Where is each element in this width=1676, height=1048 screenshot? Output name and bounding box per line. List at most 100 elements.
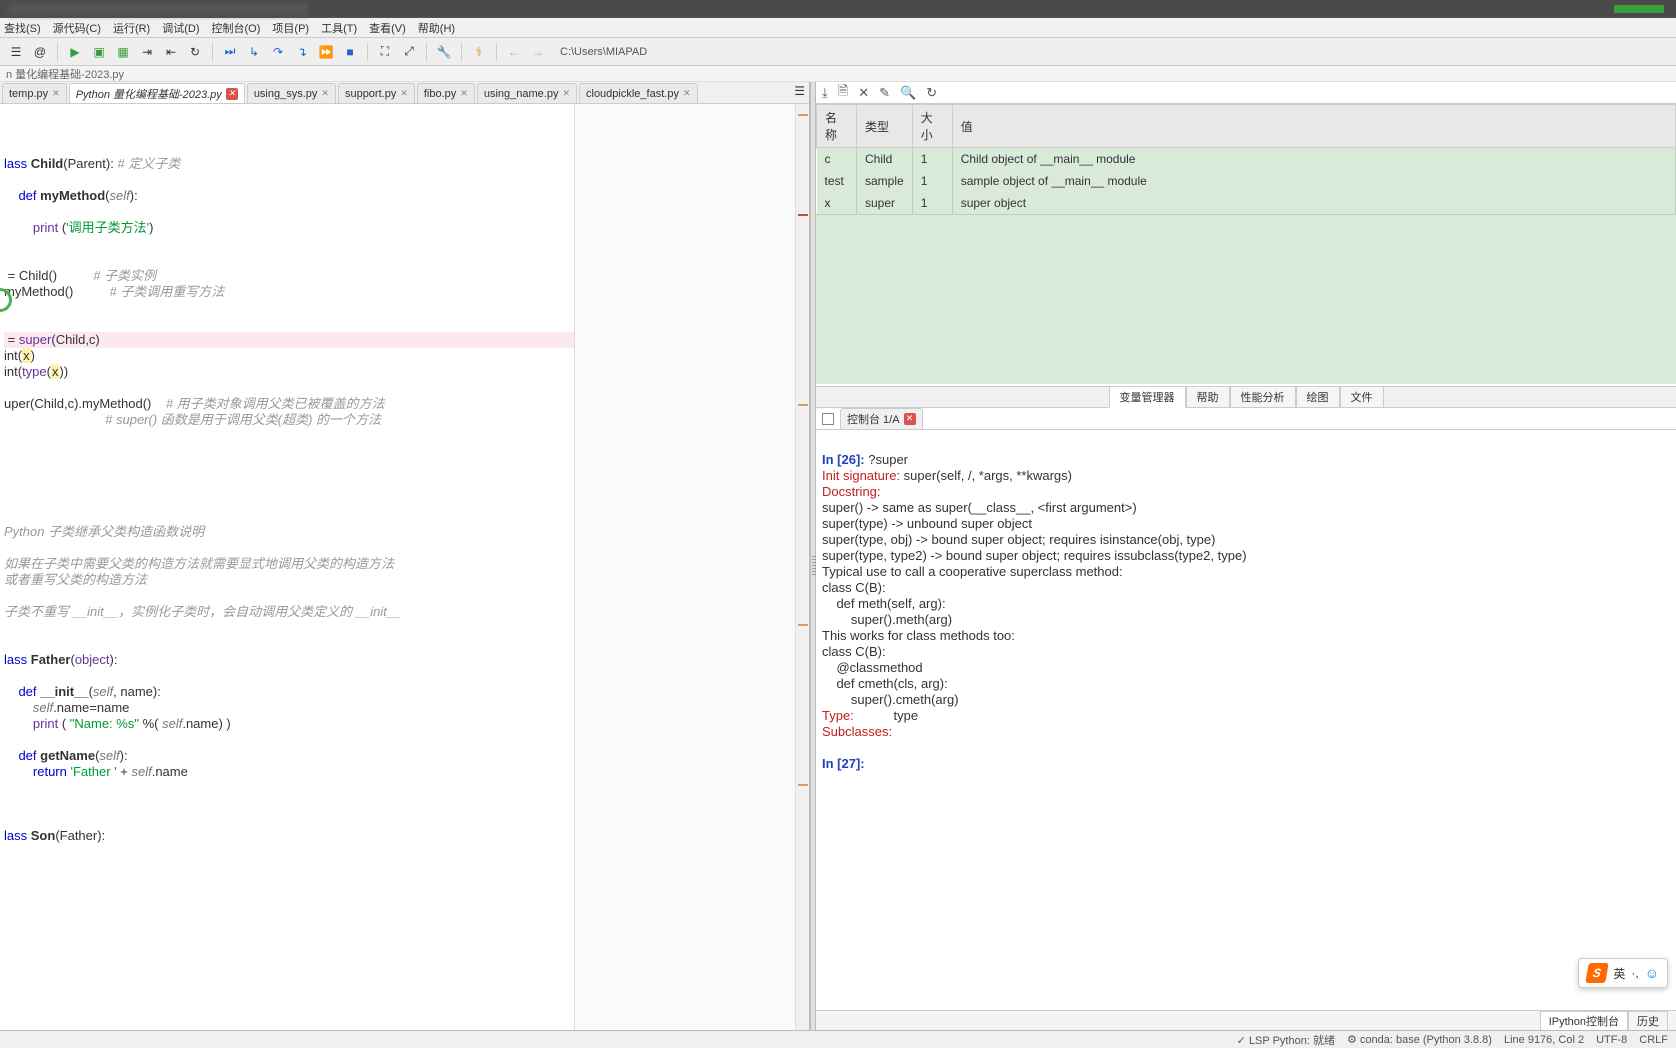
close-tab-icon[interactable]: ✕ bbox=[321, 88, 329, 99]
code-line[interactable]: self.name=name bbox=[4, 700, 574, 716]
close-console-icon[interactable]: ✕ bbox=[904, 413, 916, 425]
debug-out-icon[interactable]: ↴ bbox=[292, 42, 312, 62]
code-line[interactable]: lass Child(Parent): # 定义子类 bbox=[4, 156, 574, 172]
code-line[interactable] bbox=[4, 780, 574, 796]
run-cell-advance-icon[interactable]: ▦ bbox=[113, 42, 133, 62]
menu-item[interactable]: 工具(T) bbox=[321, 20, 357, 36]
back-icon[interactable]: ← bbox=[504, 42, 524, 62]
code-line[interactable]: return 'Father ' + self.name bbox=[4, 764, 574, 780]
menu-item[interactable]: 项目(P) bbox=[272, 20, 309, 36]
code-line[interactable] bbox=[4, 492, 574, 508]
editor-tab[interactable]: temp.py✕ bbox=[2, 83, 67, 103]
menu-item[interactable]: 查看(V) bbox=[369, 20, 406, 36]
close-tab-icon[interactable]: ✕ bbox=[562, 88, 570, 99]
code-line[interactable] bbox=[4, 668, 574, 684]
editor-tab[interactable]: cloudpickle_fast.py✕ bbox=[579, 83, 698, 103]
bottom-tab[interactable]: IPython控制台 bbox=[1540, 1011, 1628, 1031]
pane-tab[interactable]: 绘图 bbox=[1296, 387, 1340, 407]
console-tab[interactable]: 控制台 1/A ✕ bbox=[840, 408, 923, 430]
forward-icon[interactable]: → bbox=[528, 42, 548, 62]
at-icon[interactable]: @ bbox=[30, 42, 50, 62]
pane-tab[interactable]: 帮助 bbox=[1186, 387, 1230, 407]
var-header[interactable]: 名称 bbox=[817, 105, 857, 148]
close-tab-icon[interactable]: ✕ bbox=[683, 88, 691, 99]
code-line[interactable] bbox=[4, 252, 574, 268]
code-line[interactable]: = super(Child,c) bbox=[4, 332, 574, 348]
run-to-line-icon[interactable]: ⇤ bbox=[161, 42, 181, 62]
pane-tab[interactable]: 文件 bbox=[1340, 387, 1384, 407]
code-line[interactable] bbox=[4, 172, 574, 188]
save-vars-icon[interactable]: ⤓ bbox=[822, 85, 828, 101]
rerun-icon[interactable]: ↻ bbox=[185, 42, 205, 62]
vertical-splitter[interactable] bbox=[810, 82, 816, 1030]
ipython-console[interactable]: In [26]: ?superInit signature: super(sel… bbox=[816, 430, 1676, 1010]
pane-tab[interactable]: 性能分析 bbox=[1230, 387, 1296, 407]
debug-continue-icon[interactable]: ⏩ bbox=[316, 42, 336, 62]
code-line[interactable]: lass Father(object): bbox=[4, 652, 574, 668]
ime-indicator[interactable]: S 英 ·, ☺ bbox=[1578, 958, 1668, 988]
code-line[interactable]: def getName(self): bbox=[4, 748, 574, 764]
python-path-icon[interactable]: ⚕ bbox=[469, 42, 489, 62]
maximize-icon[interactable]: ⛶ bbox=[375, 42, 395, 62]
delete-icon[interactable]: ✕ bbox=[858, 85, 869, 101]
code-line[interactable]: # super() 函数是用于调用父类(超类) 的一个方法 bbox=[4, 412, 574, 428]
code-line[interactable] bbox=[4, 380, 574, 396]
fullscreen-icon[interactable]: ⤢ bbox=[399, 42, 419, 62]
code-line[interactable] bbox=[4, 460, 574, 476]
var-header[interactable]: 大小 bbox=[912, 105, 952, 148]
search-icon[interactable]: 🔍 bbox=[900, 85, 916, 101]
status-eol[interactable]: CRLF bbox=[1639, 1034, 1668, 1046]
ime-emoji-icon[interactable]: ☺ bbox=[1645, 965, 1659, 981]
tabs-menu-icon[interactable]: ☰ bbox=[794, 84, 805, 98]
code-line[interactable] bbox=[4, 620, 574, 636]
menu-item[interactable]: 调试(D) bbox=[162, 20, 199, 36]
status-lsp[interactable]: ✓ LSP Python: 就绪 bbox=[1237, 1032, 1335, 1048]
code-line[interactable]: uper(Child,c).myMethod() # 用子类对象调用父类已被覆盖… bbox=[4, 396, 574, 412]
var-row[interactable]: xsuper1super object bbox=[817, 192, 1676, 214]
variable-explorer[interactable]: 名称类型大小值cChild1Child object of __main__ m… bbox=[816, 104, 1676, 386]
code-line[interactable]: def __init__(self, name): bbox=[4, 684, 574, 700]
code-line[interactable] bbox=[4, 476, 574, 492]
refresh-icon[interactable]: ↻ bbox=[926, 85, 937, 101]
var-row[interactable]: testsample1sample object of __main__ mod… bbox=[817, 170, 1676, 192]
code-line[interactable]: lass Son(Father): bbox=[4, 828, 574, 844]
code-line[interactable] bbox=[4, 796, 574, 812]
scroll-minimap[interactable] bbox=[795, 104, 809, 1030]
menu-item[interactable]: 帮助(H) bbox=[418, 20, 455, 36]
code-line[interactable] bbox=[4, 508, 574, 524]
menu-item[interactable]: 控制台(O) bbox=[212, 20, 261, 36]
code-line[interactable]: 如果在子类中需要父类的构造方法就需要显式地调用父类的构造方法 bbox=[4, 556, 574, 572]
save-as-icon[interactable]: 🗎 bbox=[838, 82, 848, 104]
code-line[interactable]: int(type(x)) bbox=[4, 364, 574, 380]
close-tab-icon[interactable]: ✕ bbox=[52, 88, 60, 99]
run-icon[interactable]: ▶ bbox=[65, 42, 85, 62]
var-header[interactable]: 类型 bbox=[857, 105, 913, 148]
code-editor[interactable]: lass Child(Parent): # 定义子类 def myMethod(… bbox=[0, 104, 575, 1030]
status-conda[interactable]: ⚙ conda: base (Python 3.8.8) bbox=[1347, 1033, 1492, 1046]
code-line[interactable]: = Child() # 子类实例 bbox=[4, 268, 574, 284]
code-line[interactable]: int(x) bbox=[4, 348, 574, 364]
code-line[interactable]: Python 子类继承父类构造函数说明 bbox=[4, 524, 574, 540]
editor-tab[interactable]: support.py✕ bbox=[338, 83, 415, 103]
code-line[interactable]: print ('调用子类方法') bbox=[4, 220, 574, 236]
code-line[interactable] bbox=[4, 588, 574, 604]
code-line[interactable] bbox=[4, 636, 574, 652]
status-encoding[interactable]: UTF-8 bbox=[1596, 1034, 1627, 1046]
bottom-tab[interactable]: 历史 bbox=[1628, 1011, 1668, 1031]
editor-tab[interactable]: fibo.py✕ bbox=[417, 83, 475, 103]
code-line[interactable] bbox=[4, 316, 574, 332]
preferences-icon[interactable]: 🔧 bbox=[434, 42, 454, 62]
close-tab-icon[interactable]: ✕ bbox=[460, 88, 468, 99]
run-selection-icon[interactable]: ⇥ bbox=[137, 42, 157, 62]
var-header[interactable]: 值 bbox=[952, 105, 1675, 148]
code-line[interactable] bbox=[4, 812, 574, 828]
code-line[interactable]: def myMethod(self): bbox=[4, 188, 574, 204]
editor-tab[interactable]: Python 量化编程基础-2023.py✕ bbox=[69, 83, 245, 103]
code-line[interactable]: 子类不重写 __init__，实例化子类时，会自动调用父类定义的 __init_… bbox=[4, 604, 574, 620]
code-line[interactable] bbox=[4, 444, 574, 460]
debug-step-icon[interactable]: ⏭ bbox=[220, 42, 240, 62]
code-line[interactable] bbox=[4, 732, 574, 748]
code-line[interactable] bbox=[4, 300, 574, 316]
pane-tab[interactable]: 变量管理器 bbox=[1109, 387, 1186, 408]
editor-tab[interactable]: using_name.py✕ bbox=[477, 83, 577, 103]
